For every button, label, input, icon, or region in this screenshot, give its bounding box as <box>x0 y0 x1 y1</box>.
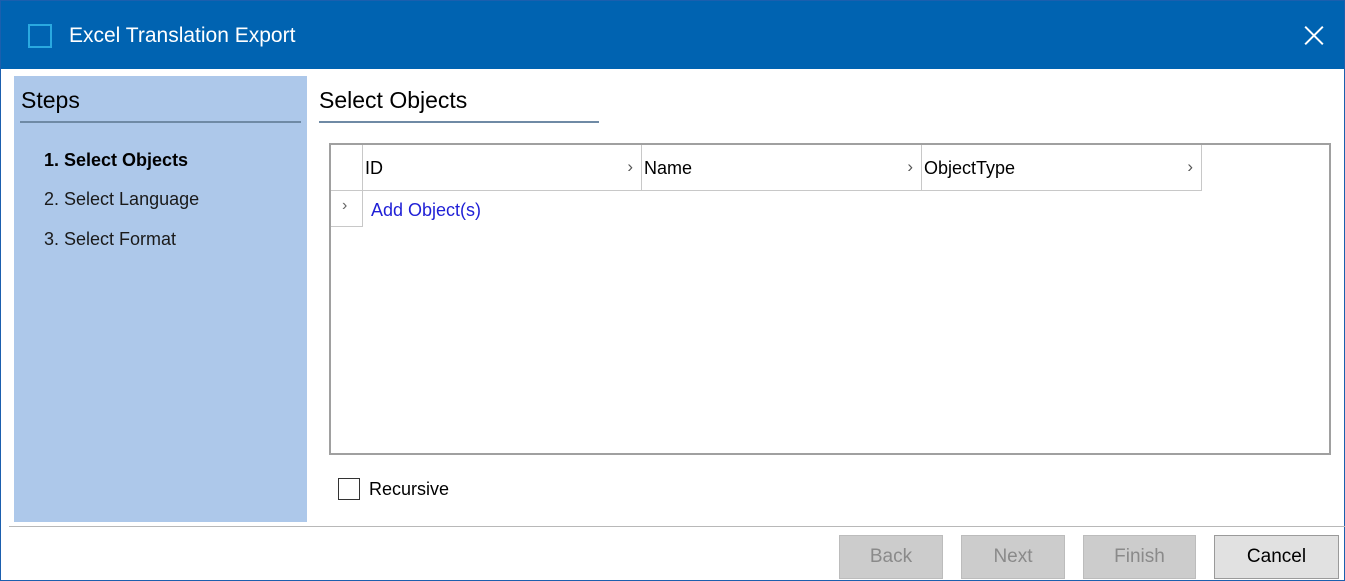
row-indicator: › <box>331 191 363 227</box>
close-button[interactable] <box>1284 1 1344 69</box>
recursive-label[interactable]: Recursive <box>369 478 449 500</box>
step-select-format: 3. Select Format <box>44 229 177 249</box>
add-object-row[interactable]: › Add Object(s) <box>331 191 641 227</box>
app-icon <box>28 24 52 48</box>
add-objects-link[interactable]: Add Object(s) <box>371 199 481 221</box>
dialog-window: Excel Translation Export Steps 1. Select… <box>0 0 1345 581</box>
column-header-objecttype[interactable]: ObjectType › <box>922 145 1202 191</box>
title-bar[interactable]: Excel Translation Export <box>1 1 1344 69</box>
steps-divider <box>20 121 301 123</box>
objects-grid[interactable]: ID › Name › ObjectType › › Add Object(s) <box>329 143 1331 455</box>
recursive-option[interactable]: Recursive <box>338 477 449 501</box>
steps-header: Steps <box>21 87 80 113</box>
column-header-label: Name <box>644 158 693 178</box>
recursive-checkbox[interactable] <box>338 478 360 500</box>
chevron-right-icon: › <box>1187 157 1193 176</box>
step-select-objects: 1. Select Objects <box>44 150 189 170</box>
page-title: Select Objects <box>319 87 468 113</box>
next-button[interactable]: Next <box>961 535 1065 579</box>
steps-panel: Steps 1. Select Objects 2. Select Langua… <box>14 76 307 522</box>
window-title: Excel Translation Export <box>69 24 296 47</box>
chevron-right-icon: › <box>627 157 633 176</box>
chevron-right-icon: › <box>342 197 348 214</box>
column-header-name[interactable]: Name › <box>642 145 922 191</box>
chevron-right-icon: › <box>907 157 913 176</box>
grid-corner-cell <box>331 145 363 191</box>
page-title-divider <box>319 121 599 123</box>
finish-button[interactable]: Finish <box>1083 535 1196 579</box>
cancel-button[interactable]: Cancel <box>1214 535 1339 579</box>
footer-divider <box>9 526 1345 527</box>
column-header-label: ObjectType <box>924 158 1016 178</box>
column-header-id[interactable]: ID › <box>363 145 642 191</box>
column-header-label: ID <box>365 158 383 178</box>
step-select-language: 2. Select Language <box>44 189 200 209</box>
back-button[interactable]: Back <box>839 535 943 579</box>
grid-header: ID › Name › ObjectType › <box>331 145 1202 191</box>
